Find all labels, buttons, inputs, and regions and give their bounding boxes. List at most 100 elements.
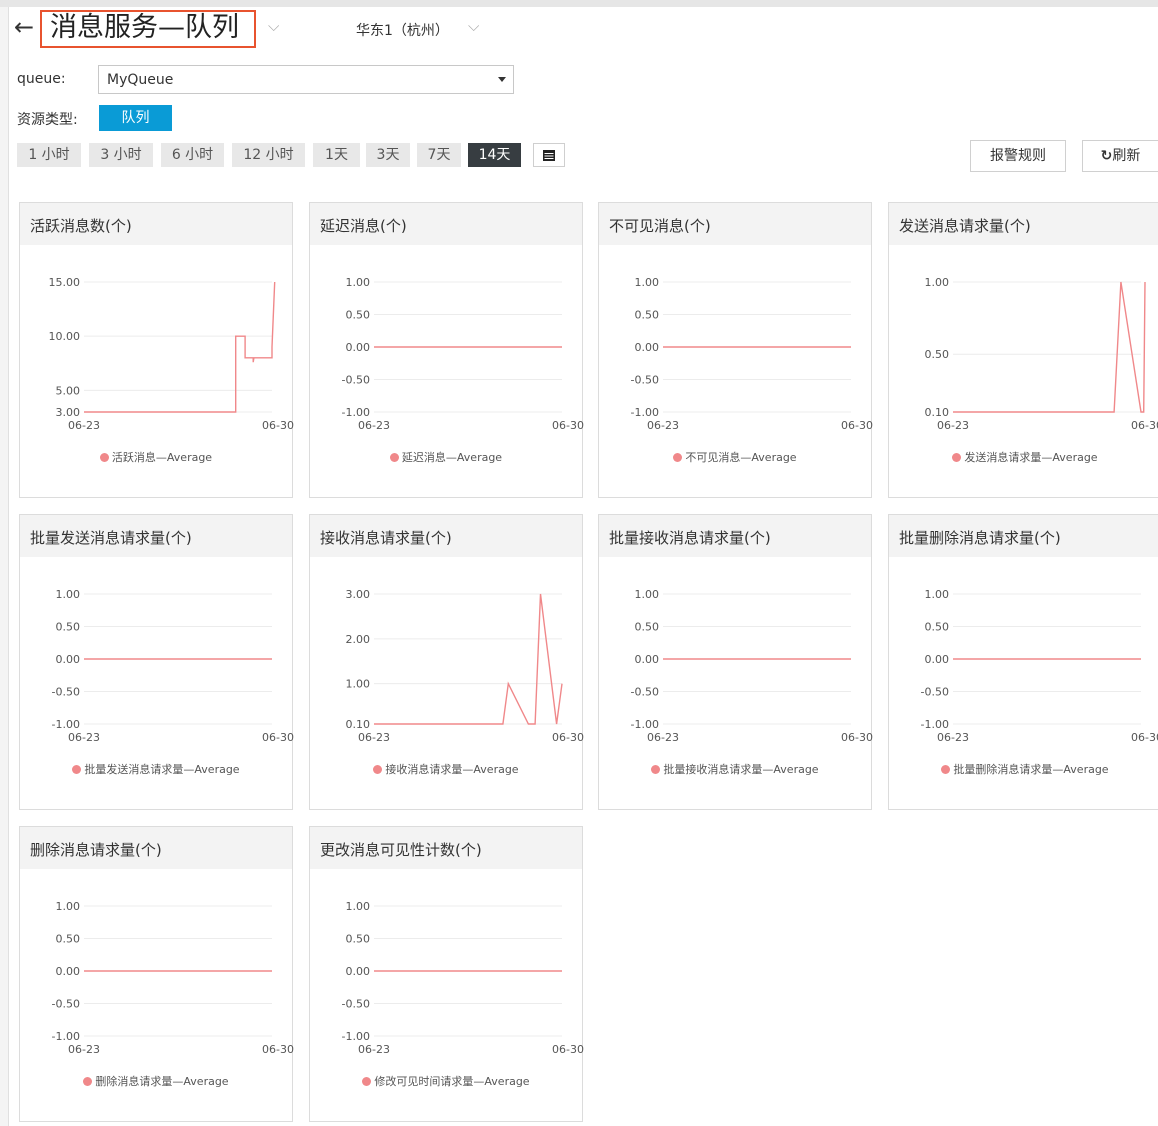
resource-type-queue-button[interactable]: 队列 [99, 105, 172, 131]
metric-chart-card: 批量删除消息请求量(个) 1.00 0.50 0.00 -0.50 -1.00 06-23 0… [888, 514, 1158, 810]
y-tick-label: 1.00 [925, 588, 950, 601]
chart-title: 活跃消息数(个) [30, 217, 132, 235]
time-range-button[interactable]: 3天 [366, 143, 410, 167]
resource-type-label: 资源类型: [17, 112, 78, 128]
chart-legend[interactable]: 不可见消息—Average [599, 449, 871, 465]
legend-dot-icon [72, 765, 82, 774]
legend-label: 批量发送消息请求量—Average [84, 763, 240, 776]
chart-card-header: 活跃消息数(个) [20, 203, 292, 245]
y-tick-label: 1.00 [346, 678, 371, 691]
y-tick-label: 1.00 [346, 900, 371, 913]
x-tick-label: 06-30 [262, 1043, 294, 1056]
chart-card-header: 删除消息请求量(个) [20, 827, 292, 869]
legend-label: 接收消息请求量—Average [385, 763, 519, 776]
metric-chart-card: 接收消息请求量(个) 3.00 2.00 1.00 0.10 06-23 06-30 接收消息… [309, 514, 584, 810]
y-tick-label: 0.50 [925, 348, 950, 361]
y-tick-label: 0.00 [346, 341, 371, 354]
line-chart: 1.00 0.50 0.00 -0.50 -1.0006-23 06-30 [342, 900, 584, 1056]
legend-dot-icon [952, 453, 962, 462]
y-tick-label: 0.00 [925, 653, 950, 666]
time-range-button[interactable]: 12 小时 [232, 143, 305, 167]
series-line [84, 281, 276, 413]
x-tick-label: 06-23 [937, 419, 969, 432]
y-tick-label: -0.50 [342, 374, 370, 387]
x-tick-label: 06-30 [841, 731, 873, 744]
alarm-rules-button[interactable]: 报警规则 [970, 140, 1066, 172]
y-tick-label: 0.50 [56, 933, 81, 946]
region-selector[interactable]: 华东1（杭州） [356, 20, 449, 40]
chart-title: 接收消息请求量(个) [320, 529, 452, 547]
x-tick-label: 06-30 [552, 731, 584, 744]
time-range-button[interactable]: 1 小时 [17, 143, 81, 167]
chart-legend[interactable]: 发送消息请求量—Average [889, 449, 1158, 465]
region-chevron-down-icon[interactable]: ⌵ [468, 17, 479, 35]
chart-title: 发送消息请求量(个) [899, 217, 1031, 235]
y-tick-label: -1.00 [52, 1030, 80, 1043]
chart-legend[interactable]: 修改可见时间请求量—Average [310, 1073, 582, 1089]
time-range-button[interactable]: 7天 [417, 143, 461, 167]
x-tick-label: 06-23 [68, 1043, 100, 1056]
legend-label: 延迟消息—Average [401, 451, 503, 464]
line-chart: 3.00 2.00 1.00 0.1006-23 06-30 [346, 588, 584, 744]
line-chart: 1.00 0.50 0.00 -0.50 -1.0006-23 06-30 [52, 900, 294, 1056]
top-border [0, 0, 1158, 7]
time-range-button[interactable]: 3 小时 [89, 143, 153, 167]
y-tick-label: 0.00 [635, 653, 660, 666]
line-chart: 1.00 0.50 0.00 -0.50 -1.0006-23 06-30 [52, 588, 294, 744]
metric-chart-card: 发送消息请求量(个) 1.00 0.50 0.1006-23 06-30 发送消息请求量—… [888, 202, 1158, 498]
chart-legend[interactable]: 批量删除消息请求量—Average [889, 761, 1158, 777]
chart-card-header: 发送消息请求量(个) [889, 203, 1158, 245]
y-tick-label: 0.50 [56, 621, 81, 634]
y-tick-label: -0.50 [631, 374, 659, 387]
chart-title: 批量接收消息请求量(个) [609, 529, 771, 547]
y-tick-label: 0.50 [635, 309, 660, 322]
chevron-down-icon[interactable]: ⌵ [268, 17, 279, 35]
chart-legend[interactable]: 接收消息请求量—Average [310, 761, 582, 777]
legend-label: 批量删除消息请求量—Average [953, 763, 1109, 776]
time-range-button[interactable]: 6 小时 [161, 143, 224, 167]
x-tick-label: 06-30 [262, 731, 294, 744]
chart-legend[interactable]: 删除消息请求量—Average [20, 1073, 292, 1089]
line-chart: 1.00 0.50 0.00 -0.50 -1.0006-23 06-30 [631, 276, 873, 432]
legend-label: 批量接收消息请求量—Average [663, 763, 819, 776]
refresh-button[interactable]: ↻刷新 [1082, 140, 1158, 172]
metric-chart-card: 延迟消息(个) 1.00 0.50 0.00 -0.50 -1.00 06-23 06-30 延… [309, 202, 584, 498]
legend-dot-icon [83, 1077, 93, 1086]
y-tick-label: -1.00 [921, 718, 949, 731]
left-border [0, 7, 9, 1126]
chart-legend[interactable]: 延迟消息—Average [310, 449, 582, 465]
time-range-button[interactable]: 1天 [313, 143, 360, 167]
y-tick-label: -1.00 [52, 718, 80, 731]
chart-card-header: 批量发送消息请求量(个) [20, 515, 292, 557]
metric-chart-card: 批量发送消息请求量(个) 1.00 0.50 0.00 -0.50 -1.00 06-23 0… [19, 514, 294, 810]
y-tick-label: 1.00 [925, 276, 950, 289]
y-tick-label: 3.00 [346, 588, 371, 601]
page-title: 消息服务—队列 [50, 12, 239, 43]
x-tick-label: 06-30 [841, 419, 873, 432]
y-tick-label: -1.00 [631, 718, 659, 731]
arrow-left-icon[interactable]: ← [14, 12, 34, 42]
series-line [374, 593, 563, 725]
y-tick-label: 1.00 [346, 276, 371, 289]
chart-legend[interactable]: 批量发送消息请求量—Average [20, 761, 292, 777]
y-tick-label: -0.50 [52, 998, 80, 1011]
chart-card-header: 延迟消息(个) [310, 203, 582, 245]
legend-dot-icon [673, 453, 683, 462]
legend-dot-icon [651, 765, 661, 774]
x-tick-label: 06-23 [358, 731, 390, 744]
x-tick-label: 06-30 [552, 419, 584, 432]
time-range-button[interactable]: 14天 [468, 143, 521, 167]
chart-card-header: 批量删除消息请求量(个) [889, 515, 1158, 557]
metric-chart-card: 更改消息可见性计数(个) 1.00 0.50 0.00 -0.50 -1.00 06-23 0… [309, 826, 584, 1122]
metric-chart-card: 活跃消息数(个) 15.00 10.00 5.00 3.00 06-23 06-30 活跃消息… [19, 202, 294, 498]
queue-select-value: MyQueue [107, 72, 174, 88]
y-tick-label: 0.00 [56, 965, 81, 978]
y-tick-label: -0.50 [631, 686, 659, 699]
y-tick-label: 0.10 [925, 406, 950, 419]
chart-legend[interactable]: 批量接收消息请求量—Average [599, 761, 871, 777]
legend-label: 活跃消息—Average [111, 451, 213, 464]
calendar-button[interactable] [533, 143, 565, 167]
chart-card-header: 批量接收消息请求量(个) [599, 515, 871, 557]
chart-legend[interactable]: 活跃消息—Average [20, 449, 292, 465]
queue-select[interactable]: MyQueue [98, 65, 514, 94]
